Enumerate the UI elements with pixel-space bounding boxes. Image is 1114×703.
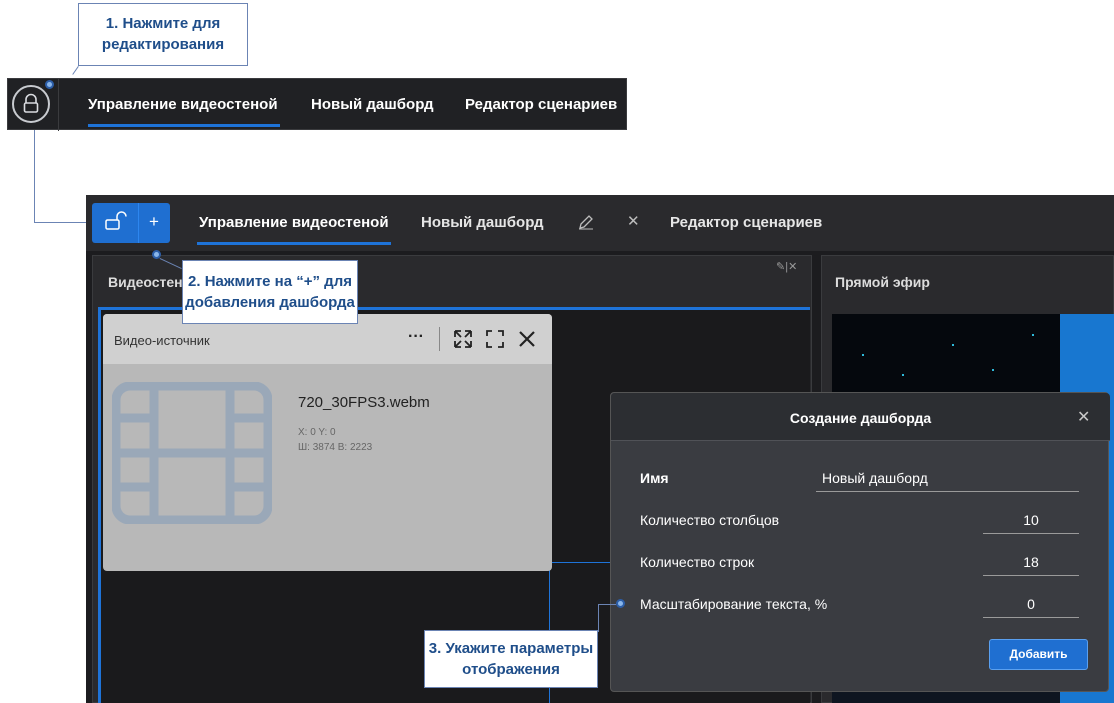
callout-step2-line2: добавления дашборда [185, 294, 355, 311]
callout-step2: 2. Нажмите на “+” для добавления дашборд… [182, 260, 358, 324]
callout-step3-line2: отображения [462, 661, 560, 678]
callout-step3-line1: 3. Укажите параметры [428, 640, 594, 657]
lock-button[interactable] [12, 85, 50, 123]
callout-step1-connector [72, 66, 79, 75]
tab-scenario-editor[interactable]: Редактор сценариев [670, 214, 822, 231]
callout-step3-connector-vertical [598, 604, 599, 632]
callout-step2-line1: 2. Нажмите на “+” для [188, 273, 352, 290]
film-icon [112, 382, 272, 524]
video-filename: 720_30FPS3.webm [298, 394, 430, 411]
create-dashboard-dialog: Создание дашборда ✕ Имя Новый дашборд Ко… [610, 392, 1110, 692]
tab-new-dashboard[interactable]: Новый дашборд [421, 214, 544, 231]
close-icon[interactable] [517, 329, 537, 349]
tab-active-indicator [197, 242, 391, 245]
expand-icon[interactable] [453, 329, 473, 349]
rows-field-underline [983, 575, 1079, 576]
callout-step1: 1. Нажмите для редактирования [78, 3, 248, 66]
dialog-title: Создание дашборда [789, 410, 932, 426]
connector-horizontal [34, 222, 92, 223]
dialog-close-icon[interactable]: ✕ [1077, 407, 1090, 427]
header-divider [439, 327, 440, 351]
video-position: X: 0 Y: 0 [298, 427, 336, 438]
callout-step1-line2: редактирования [101, 36, 225, 53]
name-field-underline [816, 491, 1079, 492]
top-bar-divider [58, 79, 59, 131]
app-tab-bar: + Управление видеостеной Новый дашборд ✕… [86, 195, 1114, 251]
callout-step1-pin [45, 80, 54, 89]
rows-label: Количество строк [640, 554, 755, 570]
callout-step3: 3. Укажите параметры отображения [424, 630, 598, 688]
top-tab-videowall[interactable]: Управление видеостеной [88, 96, 278, 113]
top-tab-active-indicator [88, 124, 280, 127]
dialog-header: Создание дашборда ✕ [611, 393, 1110, 441]
tab-videowall[interactable]: Управление видеостеной [199, 214, 389, 231]
top-tab-scenario-editor[interactable]: Редактор сценариев [465, 96, 617, 113]
live-panel-title: Прямой эфир [835, 274, 930, 290]
live-dot [952, 344, 954, 346]
plus-icon[interactable]: + [149, 212, 159, 232]
unlock-icon[interactable] [92, 203, 138, 243]
name-field[interactable]: Новый дашборд [822, 470, 928, 486]
callout-step1-line1: 1. Нажмите для [105, 15, 221, 32]
panel-edit-icons[interactable]: ✎|✕ [776, 260, 797, 273]
edit-buttons-divider [138, 203, 139, 243]
close-tab-icon[interactable]: ✕ [627, 212, 640, 230]
video-card-title: Видео-источник [114, 333, 210, 348]
video-source-card[interactable]: Видео-источник ··· 720_30FPS3.webm X: 0 … [103, 314, 552, 571]
live-dot [1032, 334, 1034, 336]
callout-step3-pin [616, 599, 625, 608]
text-scale-field[interactable]: 0 [983, 596, 1079, 612]
live-dot [862, 354, 864, 356]
videowall-panel-title: Видеостен [108, 274, 183, 290]
connector-vertical [34, 130, 35, 223]
columns-field-underline [983, 533, 1079, 534]
pencil-icon[interactable] [577, 213, 595, 231]
add-button[interactable]: Добавить [989, 639, 1088, 670]
video-size: Ш: 3874 В: 2223 [298, 442, 373, 453]
top-tab-bar: Управление видеостеной Новый дашборд Ред… [7, 78, 627, 131]
live-dot [902, 374, 904, 376]
text-scale-label: Масштабирование текста, % [640, 596, 828, 612]
name-label: Имя [640, 470, 669, 486]
columns-label: Количество столбцов [640, 512, 780, 528]
columns-field[interactable]: 10 [983, 512, 1079, 528]
top-tab-new-dashboard[interactable]: Новый дашборд [311, 96, 434, 113]
edit-mode-buttons: + [92, 203, 170, 243]
rows-field[interactable]: 18 [983, 554, 1079, 570]
fullscreen-icon[interactable] [485, 329, 505, 349]
more-icon[interactable]: ··· [408, 328, 424, 346]
callout-step3-connector [598, 604, 616, 605]
lock-icon [23, 93, 39, 113]
live-dot [992, 369, 994, 371]
text-scale-field-underline [983, 617, 1079, 618]
